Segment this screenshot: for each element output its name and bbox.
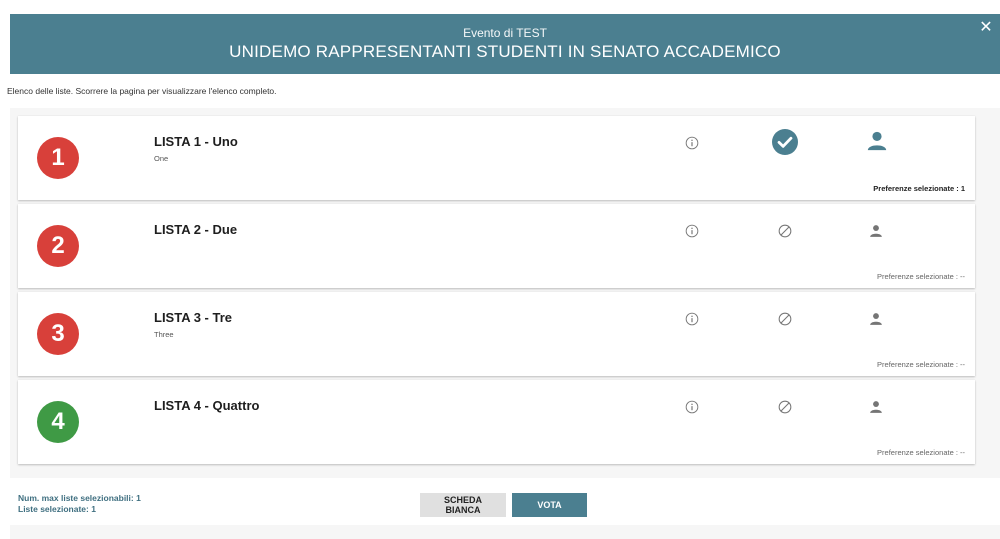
- list-name: LISTA 3 - Tre: [154, 310, 233, 325]
- info-icon[interactable]: [685, 400, 699, 414]
- list-card[interactable]: 1 LISTA 1 - Uno One Preferenze seleziona…: [18, 116, 975, 200]
- modal-header: Evento di TEST UNIDEMO RAPPRESENTANTI ST…: [10, 14, 1000, 74]
- list-number-badge: 2: [37, 225, 79, 267]
- list-name: LISTA 2 - Due: [154, 222, 238, 237]
- list-card[interactable]: 3 LISTA 3 - Tre Three Preferenze selezio…: [18, 292, 975, 376]
- info-icon[interactable]: [685, 136, 699, 150]
- no-selection-icon[interactable]: [778, 224, 792, 238]
- no-selection-icon[interactable]: [778, 400, 792, 414]
- selected-lists-label: Liste selezionate: 1: [18, 504, 96, 514]
- preferences-label: Preferenze selezionate : --: [877, 360, 965, 369]
- info-icon[interactable]: [685, 224, 699, 238]
- preferences-label: Preferenze selezionate : --: [877, 448, 965, 457]
- max-lists-label: Num. max liste selezionabili: 1: [18, 493, 141, 503]
- info-icon[interactable]: [685, 312, 699, 326]
- person-icon[interactable]: [866, 130, 888, 152]
- no-selection-icon[interactable]: [778, 312, 792, 326]
- event-title: UNIDEMO RAPPRESENTANTI STUDENTI IN SENAT…: [229, 42, 781, 61]
- list-number-badge: 3: [37, 313, 79, 355]
- preferences-label: Preferenze selezionate : 1: [873, 184, 965, 193]
- list-name: LISTA 1 - Uno: [154, 134, 238, 149]
- person-icon[interactable]: [869, 224, 883, 238]
- list-name: LISTA 4 - Quattro: [154, 398, 260, 413]
- list-number-badge: 4: [37, 401, 79, 443]
- close-icon[interactable]: ✕: [978, 20, 994, 36]
- instructions-text: Elenco delle liste. Scorrere la pagina p…: [7, 86, 277, 96]
- preferences-label: Preferenze selezionate : --: [877, 272, 965, 281]
- person-icon[interactable]: [869, 400, 883, 414]
- list-number-badge: 1: [37, 137, 79, 179]
- selection-info: Num. max liste selezionabili: 1 Liste se…: [18, 493, 141, 515]
- list-card[interactable]: 2 LISTA 2 - Due Preferenze selezionate :…: [18, 204, 975, 288]
- list-subtitle: Three: [154, 330, 174, 339]
- check-circle-icon[interactable]: [772, 129, 798, 155]
- list-subtitle: One: [154, 154, 169, 163]
- modal-footer: Num. max liste selezionabili: 1 Liste se…: [10, 478, 1000, 525]
- instructions-bar: Elenco delle liste. Scorrere la pagina p…: [7, 74, 1000, 108]
- vote-button[interactable]: VOTA: [512, 493, 587, 517]
- blank-ballot-button[interactable]: SCHEDA BIANCA: [420, 493, 506, 517]
- event-subtitle: Evento di TEST: [463, 26, 547, 40]
- lists-container: 1 LISTA 1 - Uno One Preferenze seleziona…: [18, 116, 975, 468]
- person-icon[interactable]: [869, 312, 883, 326]
- list-card[interactable]: 4 LISTA 4 - Quattro Preferenze seleziona…: [18, 380, 975, 464]
